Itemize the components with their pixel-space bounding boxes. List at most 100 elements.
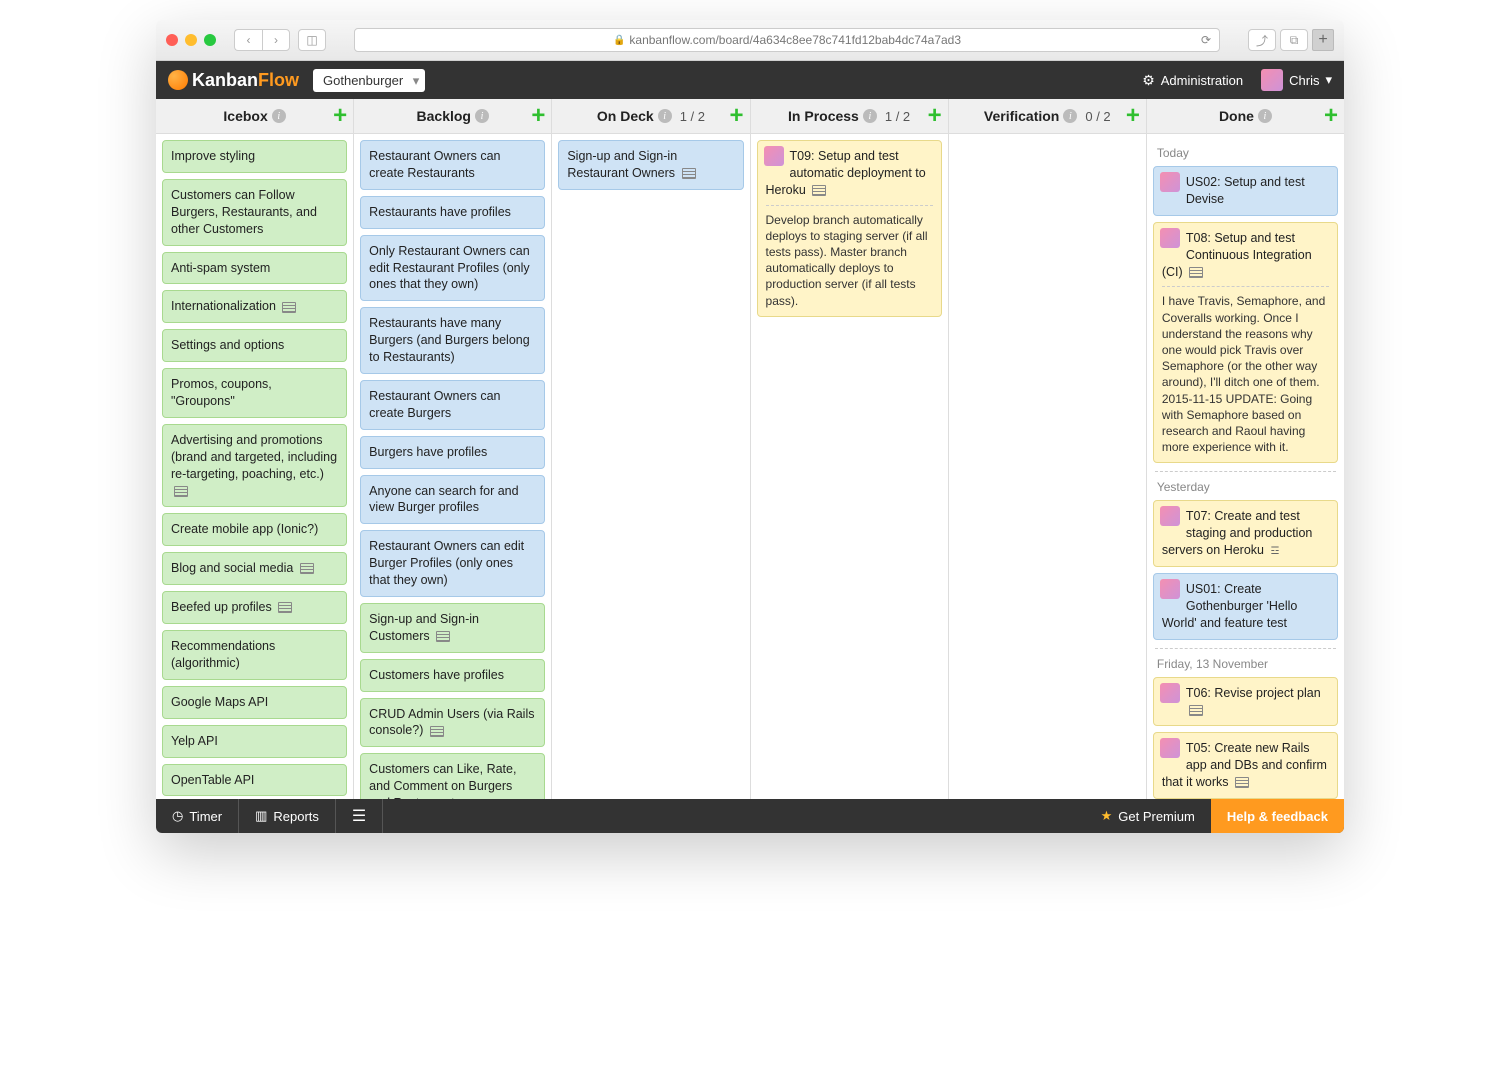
kanban-board: Icebox i + Improve stylingCustomers can …	[156, 99, 1344, 799]
sidebar-button[interactable]: ◫	[298, 29, 326, 51]
clock-icon: ◷	[172, 808, 183, 824]
url-bar[interactable]: 🔒 kanbanflow.com/board/4a634c8ee78c741fd…	[354, 28, 1220, 52]
card-title: Restaurants have many Burgers (and Burge…	[369, 316, 530, 364]
star-icon: ★	[1101, 808, 1113, 824]
card[interactable]: Improve styling	[162, 140, 347, 173]
user-menu[interactable]: Chris ▾	[1261, 69, 1332, 91]
day-label: Today	[1157, 146, 1338, 160]
card[interactable]: Only Restaurant Owners can edit Restaura…	[360, 235, 545, 302]
card[interactable]: T05: Create new Rails app and DBs and co…	[1153, 732, 1338, 799]
info-icon[interactable]: i	[272, 109, 286, 123]
add-card-button[interactable]: +	[1324, 104, 1338, 128]
card[interactable]: Restaurants have profiles	[360, 196, 545, 229]
card[interactable]: T08: Setup and test Continuous Integrati…	[1153, 222, 1338, 464]
avatar	[1160, 506, 1180, 526]
card[interactable]: T07: Create and test staging and product…	[1153, 500, 1338, 567]
avatar	[1160, 172, 1180, 192]
card[interactable]: Create mobile app (Ionic?)	[162, 513, 347, 546]
card[interactable]: Sign-up and Sign-in Restaurant Owners	[558, 140, 743, 190]
info-icon[interactable]: i	[475, 109, 489, 123]
card[interactable]: Blog and social media	[162, 552, 347, 585]
add-card-button[interactable]: +	[531, 104, 545, 128]
card-title: Sign-up and Sign-in Customers	[369, 612, 479, 643]
get-premium-link[interactable]: ★ Get Premium	[1085, 808, 1211, 824]
column-inprocess: In Process i 1 / 2 + T09: Setup and test…	[751, 99, 949, 799]
card[interactable]: Yelp API	[162, 725, 347, 758]
info-icon[interactable]: i	[1258, 109, 1272, 123]
note-icon	[812, 185, 826, 196]
timer-button[interactable]: ◷ Timer	[156, 799, 239, 833]
add-card-button[interactable]: +	[1126, 104, 1140, 128]
avatar	[1261, 69, 1283, 91]
card-title: T09: Setup and test automatic deployment…	[766, 149, 926, 197]
add-card-button[interactable]: +	[333, 104, 347, 128]
card[interactable]: Customers can Like, Rate, and Comment on…	[360, 753, 545, 799]
reports-button[interactable]: ▥ Reports	[239, 799, 336, 833]
card[interactable]: Anti-spam system	[162, 252, 347, 285]
hamburger-icon: ☰	[352, 806, 366, 826]
card[interactable]: Restaurant Owners can create Burgers	[360, 380, 545, 430]
subtask-icon: ☲	[1270, 545, 1279, 559]
card[interactable]: Advertising and promotions (brand and ta…	[162, 424, 347, 508]
note-icon	[300, 563, 314, 574]
card-title: T08: Setup and test Continuous Integrati…	[1162, 231, 1312, 279]
menu-button[interactable]: ☰	[336, 799, 383, 833]
card-title: Anti-spam system	[171, 261, 270, 275]
column-title: Verification	[984, 108, 1059, 124]
card[interactable]: Restaurants have many Burgers (and Burge…	[360, 307, 545, 374]
card-title: OpenTable API	[171, 773, 254, 787]
card[interactable]: Beefed up profiles	[162, 591, 347, 624]
card[interactable]: T06: Revise project plan	[1153, 677, 1338, 727]
forward-button[interactable]: ›	[262, 29, 290, 51]
column-title: Done	[1219, 108, 1254, 124]
info-icon[interactable]: i	[658, 109, 672, 123]
card-title: Restaurant Owners can create Restaurants	[369, 149, 500, 180]
card[interactable]: Promos, coupons, "Groupons"	[162, 368, 347, 418]
note-icon	[436, 631, 450, 642]
card[interactable]: Recommendations (algorithmic)	[162, 630, 347, 680]
card[interactable]: OpenTable API	[162, 764, 347, 797]
card[interactable]: US02: Setup and test Devise	[1153, 166, 1338, 216]
info-icon[interactable]: i	[863, 109, 877, 123]
add-card-button[interactable]: +	[928, 104, 942, 128]
card[interactable]: Sign-up and Sign-in Customers	[360, 603, 545, 653]
board-selector[interactable]: Gothenburger	[313, 69, 425, 92]
reload-icon[interactable]: ⟳	[1201, 33, 1211, 47]
window-zoom-icon[interactable]	[204, 34, 216, 46]
card[interactable]: Anyone can search for and view Burger pr…	[360, 475, 545, 525]
avatar	[1160, 683, 1180, 703]
avatar	[1160, 228, 1180, 248]
card-title: Restaurant Owners can edit Burger Profil…	[369, 539, 524, 587]
card[interactable]: Google Maps API	[162, 686, 347, 719]
back-button[interactable]: ‹	[234, 29, 262, 51]
info-icon[interactable]: i	[1063, 109, 1077, 123]
card[interactable]: Restaurant Owners can create Restaurants	[360, 140, 545, 190]
card[interactable]: Burgers have profiles	[360, 436, 545, 469]
card-description: I have Travis, Semaphore, and Coveralls …	[1162, 286, 1329, 455]
card[interactable]: Internationalization	[162, 290, 347, 323]
card-title: Burgers have profiles	[369, 445, 487, 459]
card[interactable]: US01: Create Gothenburger 'Hello World' …	[1153, 573, 1338, 640]
administration-link[interactable]: ⚙ Administration	[1142, 72, 1243, 89]
tabs-button[interactable]: ⧉	[1280, 29, 1308, 51]
card-title: T06: Revise project plan	[1186, 686, 1321, 700]
card-title: Blog and social media	[171, 561, 293, 575]
share-button[interactable]: ⤴	[1248, 29, 1276, 51]
card[interactable]: CRUD Admin Users (via Rails console?)	[360, 698, 545, 748]
card[interactable]: Restaurant Owners can edit Burger Profil…	[360, 530, 545, 597]
gear-icon: ⚙	[1142, 72, 1155, 89]
new-tab-button[interactable]: +	[1312, 29, 1334, 51]
chevron-down-icon: ▾	[1325, 72, 1332, 88]
add-card-button[interactable]: +	[730, 104, 744, 128]
card[interactable]: Customers have profiles	[360, 659, 545, 692]
help-feedback-button[interactable]: Help & feedback	[1211, 799, 1344, 833]
window-minimize-icon[interactable]	[185, 34, 197, 46]
window-close-icon[interactable]	[166, 34, 178, 46]
card[interactable]: Settings and options	[162, 329, 347, 362]
card-title: Restaurant Owners can create Burgers	[369, 389, 500, 420]
card-description: Develop branch automatically deploys to …	[766, 205, 933, 309]
card[interactable]: T09: Setup and test automatic deployment…	[757, 140, 942, 317]
card[interactable]: Customers can Follow Burgers, Restaurant…	[162, 179, 347, 246]
logo[interactable]: KanbanFlow	[168, 70, 299, 91]
wip-limit: 0 / 2	[1085, 109, 1110, 124]
